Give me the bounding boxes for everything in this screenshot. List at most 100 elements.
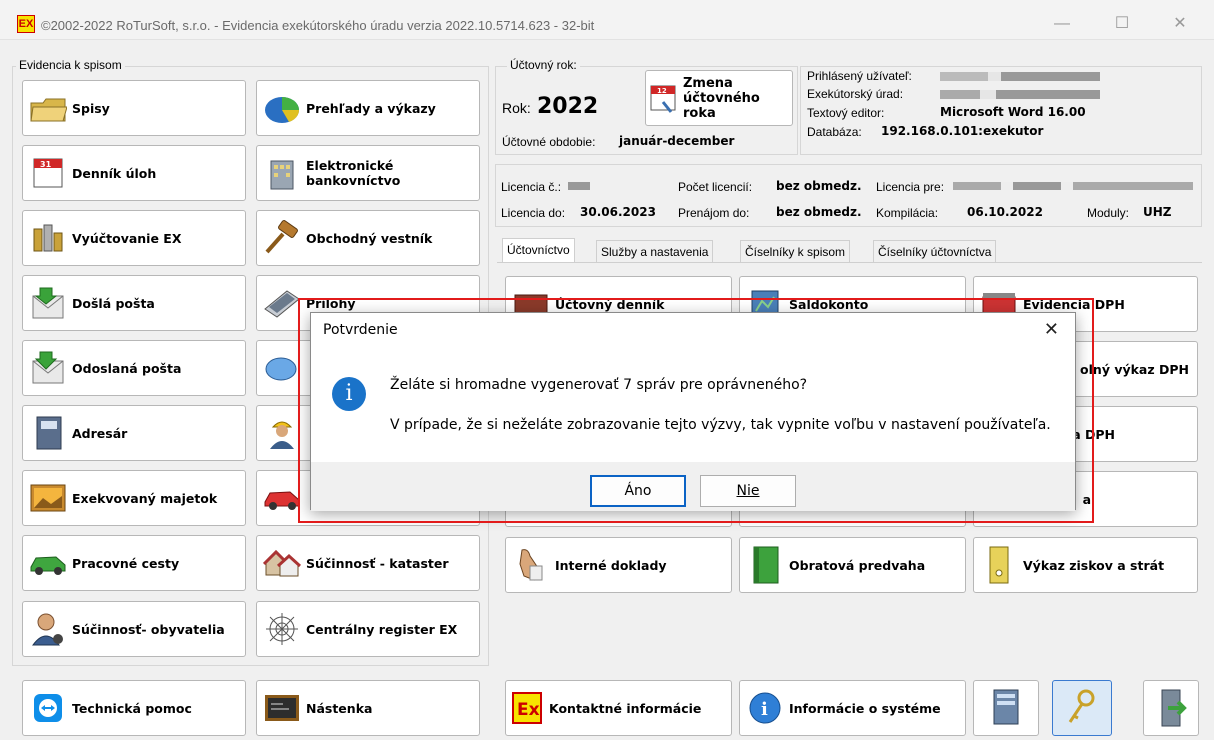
db-label: Databáza:	[807, 125, 862, 139]
license-until-label: Licencia do:	[501, 206, 566, 220]
info-icon: i	[745, 688, 785, 728]
nastenka-label: Nástenka	[306, 700, 373, 716]
modules-label: Moduly:	[1087, 206, 1130, 220]
car-icon	[28, 543, 68, 583]
pracovne-cesty-label: Pracovné cesty	[72, 555, 180, 571]
hand-document-icon	[511, 545, 551, 585]
pracovne-cesty-button[interactable]: Pracovné cesty	[22, 535, 246, 591]
exekvovany-majetok-button[interactable]: Exekvovaný majetok	[22, 470, 246, 526]
interne-doklady-button[interactable]: Interné doklady	[505, 537, 732, 593]
obchodny-vestnik-button[interactable]: Obchodný vestník	[256, 210, 480, 266]
vykaz-ziskov-strat-button[interactable]: Výkaz ziskov a strát	[973, 537, 1198, 593]
ex-logo-icon: Ex	[509, 688, 545, 728]
tab-uctovnictvo[interactable]: Účtovníctvo	[502, 238, 575, 263]
rent-label: Prenájom do:	[678, 206, 750, 220]
maximize-button[interactable]: ☐	[1102, 12, 1142, 36]
period-value: január-december	[619, 134, 735, 148]
pie-chart-icon	[262, 88, 302, 128]
license-until-value: 30.06.2023	[580, 205, 656, 219]
office-name-redacted	[940, 90, 1100, 99]
dennik-uloh-button[interactable]: 31 Denník úloh	[22, 145, 246, 201]
exekvovany-majetok-label: Exekvovaný majetok	[72, 490, 218, 506]
obratova-predvaha-label: Obratová predvaha	[789, 557, 926, 573]
centralny-register-label: Centrálny register EX	[306, 621, 458, 637]
db-value: 192.168.0.101:exekutor	[881, 124, 1044, 138]
odoslana-posta-label: Odoslaná pošta	[72, 360, 182, 376]
minimize-button[interactable]: —	[1042, 12, 1082, 36]
prehlady-vykazy-button[interactable]: Prehľady a výkazy	[256, 80, 480, 136]
green-book-icon	[745, 545, 785, 585]
spider-web-icon	[262, 609, 302, 649]
kontrolny-vykaz-dph-label: olný výkaz DPH	[1080, 361, 1189, 377]
spisy-button[interactable]: Spisy	[22, 80, 246, 136]
red-car-icon	[262, 478, 302, 518]
tab-ciselniky-uctovnictva[interactable]: Číselníky účtovníctva	[873, 240, 997, 262]
adresar-button[interactable]: Adresár	[22, 405, 246, 461]
binder-icon	[979, 545, 1019, 585]
person-icon	[28, 609, 68, 649]
license-no-label: Licencia č.:	[501, 180, 562, 194]
teamviewer-icon	[28, 688, 68, 728]
compile-label: Kompilácia:	[876, 206, 939, 220]
change-year-button[interactable]: 12 Zmena účtovného roka	[645, 70, 793, 126]
year-value: 2022	[537, 94, 599, 119]
license-for-redacted	[953, 182, 1193, 190]
year-panel-label: Účtovný rok:	[507, 58, 580, 72]
modules-value: UHZ	[1143, 205, 1172, 219]
exit-button[interactable]	[1143, 680, 1199, 736]
worker-icon	[262, 413, 302, 453]
svg-text:i: i	[761, 699, 768, 720]
prehlady-vykazy-label: Prehľady a výkazy	[306, 100, 436, 116]
left-group-label: Evidencia k spisom	[16, 58, 125, 72]
bank-icon	[262, 153, 302, 193]
server-button[interactable]	[973, 680, 1039, 736]
dennik-uloh-label: Denník úloh	[72, 165, 157, 181]
incoming-mail-icon	[28, 283, 68, 323]
informacie-system-label: Informácie o systéme	[789, 700, 941, 716]
vykaz-ziskov-strat-label: Výkaz ziskov a strát	[1023, 557, 1165, 573]
scanner-icon	[262, 283, 302, 323]
kontaktne-informacie-label: Kontaktné informácie	[549, 700, 702, 716]
interne-doklady-label: Interné doklady	[555, 557, 667, 573]
svg-text:31: 31	[40, 160, 52, 169]
user-label: Prihlásený užívateľ:	[807, 69, 912, 83]
gavel-icon	[262, 218, 302, 258]
technicka-pomoc-label: Technická pomoc	[72, 700, 192, 716]
elektronicke-bankovnictvo-label: Elektronické bankovníctvo	[306, 158, 401, 188]
vyuctovanie-ex-button[interactable]: Vyúčtovanie EX	[22, 210, 246, 266]
coins-icon	[28, 218, 68, 258]
user-name-redacted	[940, 72, 1100, 81]
calendar-change-icon: 12	[649, 78, 679, 118]
technicka-pomoc-button[interactable]: Technická pomoc	[22, 680, 246, 736]
outgoing-mail-icon	[28, 348, 68, 388]
sucinnost-kataster-button[interactable]: Súčinnosť - kataster	[256, 535, 480, 591]
highlight-frame	[298, 298, 1094, 523]
sucinnost-kataster-label: Súčinnosť - kataster	[306, 555, 449, 571]
elektronicke-bankovnictvo-button[interactable]: Elektronické bankovníctvo	[256, 145, 480, 201]
svg-text:12: 12	[657, 87, 667, 95]
period-label: Účtovné obdobie:	[502, 135, 596, 149]
informacie-system-button[interactable]: i Informácie o systéme	[739, 680, 966, 736]
calendar-icon: 31	[28, 153, 68, 193]
sucinnost-obyvatelia-button[interactable]: Súčinnosť- obyvatelia	[22, 601, 246, 657]
kontaktne-informacie-button[interactable]: Ex Kontaktné informácie	[505, 680, 732, 736]
license-count-label: Počet licencií:	[678, 180, 753, 194]
close-button[interactable]: ✕	[1160, 12, 1200, 36]
sucinnost-obyvatelia-label: Súčinnosť- obyvatelia	[72, 621, 225, 637]
keys-button[interactable]	[1052, 680, 1112, 736]
obratova-predvaha-button[interactable]: Obratová predvaha	[739, 537, 966, 593]
picture-icon	[28, 478, 68, 518]
window-title: ©2002-2022 RoTurSoft, s.r.o. - Evidencia…	[41, 18, 595, 33]
dosla-posta-button[interactable]: Došlá pošta	[22, 275, 246, 331]
tab-ciselniky-spisom[interactable]: Číselníky k spisom	[740, 240, 851, 262]
title-bar: EX ©2002-2022 RoTurSoft, s.r.o. - Eviden…	[0, 0, 1214, 40]
odoslana-posta-button[interactable]: Odoslaná pošta	[22, 340, 246, 396]
editor-value: Microsoft Word 16.00	[940, 105, 1086, 119]
nastenka-button[interactable]: Nástenka	[256, 680, 480, 736]
dosla-posta-label: Došlá pošta	[72, 295, 155, 311]
houses-icon	[262, 543, 302, 583]
centralny-register-button[interactable]: Centrálny register EX	[256, 601, 480, 657]
office-label: Exekútorský úrad:	[807, 87, 904, 101]
tab-sluzby-nastavenia[interactable]: Služby a nastavenia	[596, 240, 714, 262]
change-year-label: Zmena účtovného roka	[683, 75, 760, 121]
